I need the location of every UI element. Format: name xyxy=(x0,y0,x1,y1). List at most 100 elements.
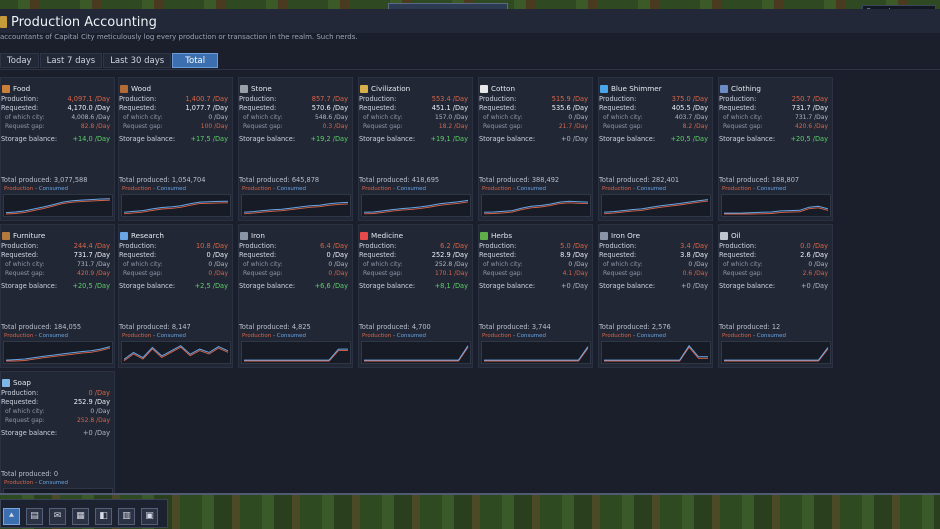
map-icon: ▦ xyxy=(76,511,85,521)
total-produced: Total produced: 2,576 xyxy=(599,323,671,331)
requested-row: Requested: 8.9 /Day xyxy=(479,251,588,260)
requested-label: Requested: xyxy=(359,104,397,112)
legend-production: Production xyxy=(722,333,752,339)
request-gap-label: Request gap: xyxy=(5,123,45,130)
resource-name: Food xyxy=(13,84,31,93)
requested-value: 0 /Day xyxy=(206,251,228,259)
storage-balance-row: Storage balance: +0 /Day xyxy=(1,429,110,438)
table-icon: ▥ xyxy=(122,511,131,521)
of-which-city-row: of which city: 731.7 /Day xyxy=(719,113,828,122)
of-which-city-row: of which city: 0 /Day xyxy=(239,260,348,269)
total-produced-value: 2,576 xyxy=(651,323,671,331)
resource-card-iron: Iron Production: 6.4 /Day Requested: 0 /… xyxy=(238,224,353,368)
accounting-button[interactable]: ◧ xyxy=(95,508,112,525)
legend-production: Production xyxy=(362,186,392,192)
oil-icon xyxy=(720,231,728,240)
resource-header: Medicine xyxy=(360,231,403,240)
request-gap-value: 18.2 /Day xyxy=(438,123,468,130)
total-produced-value: 1,054,704 xyxy=(171,176,206,184)
request-gap-label: Request gap: xyxy=(5,417,45,424)
production-line xyxy=(724,348,829,362)
total-produced-value: 4,825 xyxy=(291,323,311,331)
total-produced-value: 184,055 xyxy=(53,323,82,331)
mail-button[interactable]: ✉ xyxy=(49,508,66,525)
production-value: 244.4 /Day xyxy=(73,242,110,250)
requested-label: Requested: xyxy=(719,104,757,112)
document-icon: ▤ xyxy=(30,511,39,521)
storage-balance-row: Storage balance: +0 /Day xyxy=(599,282,708,291)
chart-legend: Production - Consumed xyxy=(122,186,186,192)
food-icon xyxy=(2,84,10,93)
storage-balance-value: +17,5 /Day xyxy=(190,135,228,143)
total-produced-label: Total produced: xyxy=(239,323,290,331)
request-gap-value: 420.9 /Day xyxy=(77,270,110,277)
total-produced: Total produced: 8,147 xyxy=(119,323,191,331)
resource-header: Soap xyxy=(2,378,31,387)
of-which-city-value: 0 /Day xyxy=(568,114,588,121)
total-produced-label: Total produced: xyxy=(119,176,170,184)
production-row: Production: 857.7 /Day xyxy=(239,95,348,104)
resource-card-blue-shimmer: Blue Shimmer Production: 375.0 /Day Requ… xyxy=(598,77,713,221)
legend-separator: - xyxy=(35,186,38,192)
table-button[interactable]: ▥ xyxy=(118,508,135,525)
total-produced-value: 8,147 xyxy=(171,323,191,331)
requested-label: Requested: xyxy=(599,251,637,259)
legend-consumed: Consumed xyxy=(38,186,69,192)
accounting-icon xyxy=(0,16,7,28)
build-button[interactable]: ⯅ xyxy=(3,508,20,525)
tab-today[interactable]: Today xyxy=(0,53,39,68)
request-gap-label: Request gap: xyxy=(603,270,643,277)
chart-legend: Production - Consumed xyxy=(482,186,546,192)
history-sparkline xyxy=(361,341,471,364)
requested-row: Requested: 451.1 /Day xyxy=(359,104,468,113)
resource-name: Furniture xyxy=(13,231,46,240)
total-produced: Total produced: 4,825 xyxy=(239,323,311,331)
request-gap-label: Request gap: xyxy=(363,123,403,130)
of-which-city-label: of which city: xyxy=(5,261,45,268)
chart-legend: Production - Consumed xyxy=(362,333,426,339)
history-sparkline xyxy=(721,194,831,217)
storage-balance-row: Storage balance: +2,5 /Day xyxy=(119,282,228,291)
legend-consumed: Consumed xyxy=(38,480,69,486)
production-label: Production: xyxy=(1,389,39,397)
storage-balance-value: +20,5 /Day xyxy=(72,282,110,290)
requested-value: 731.7 /Day xyxy=(73,251,110,259)
legend-consumed: Consumed xyxy=(756,186,787,192)
resource-name: Medicine xyxy=(371,231,404,240)
storage-balance-value: +0 /Day xyxy=(82,429,110,437)
of-which-city-row: of which city: 0 /Day xyxy=(599,260,708,269)
consumed-line xyxy=(724,205,829,214)
total-produced: Total produced: 184,055 xyxy=(1,323,81,331)
tab-last-7-days[interactable]: Last 7 days xyxy=(39,53,103,68)
storage-balance-label: Storage balance: xyxy=(119,135,176,143)
tab-total[interactable]: Total xyxy=(172,53,219,68)
legend-production: Production xyxy=(242,333,272,339)
production-value: 0.0 /Day xyxy=(800,242,828,250)
storage-balance-label: Storage balance: xyxy=(479,135,536,143)
production-row: Production: 4,097.1 /Day xyxy=(1,95,110,104)
resource-name: Stone xyxy=(251,84,272,93)
requested-value: 405.5 /Day xyxy=(671,104,708,112)
chart-legend: Production - Consumed xyxy=(242,333,306,339)
request-gap-value: 0.3 /Day xyxy=(322,123,348,130)
tab-last-30-days[interactable]: Last 30 days xyxy=(103,53,172,68)
legend-production: Production xyxy=(602,333,632,339)
resource-header: Oil xyxy=(720,231,741,240)
grid-button[interactable]: ▣ xyxy=(141,508,158,525)
resource-name: Research xyxy=(131,231,164,240)
total-produced: Total produced: 388,492 xyxy=(479,176,559,184)
storage-balance-value: +2,5 /Day xyxy=(194,282,228,290)
total-produced: Total produced: 1,054,704 xyxy=(119,176,205,184)
production-row: Production: 0 /Day xyxy=(1,389,110,398)
resource-card-wood: Wood Production: 1,400.7 /Day Requested:… xyxy=(118,77,233,221)
request-gap-label: Request gap: xyxy=(723,123,763,130)
total-produced-value: 388,492 xyxy=(531,176,560,184)
production-label: Production: xyxy=(119,95,157,103)
document-button[interactable]: ▤ xyxy=(26,508,43,525)
request-gap-value: 0 /Day xyxy=(208,270,228,277)
map-button[interactable]: ▦ xyxy=(72,508,89,525)
consumed-line xyxy=(363,199,469,213)
request-gap-row: Request gap: 0 /Day xyxy=(239,269,348,278)
total-produced: Total produced: 12 xyxy=(719,323,780,331)
request-gap-value: 8.2 /Day xyxy=(682,123,708,130)
